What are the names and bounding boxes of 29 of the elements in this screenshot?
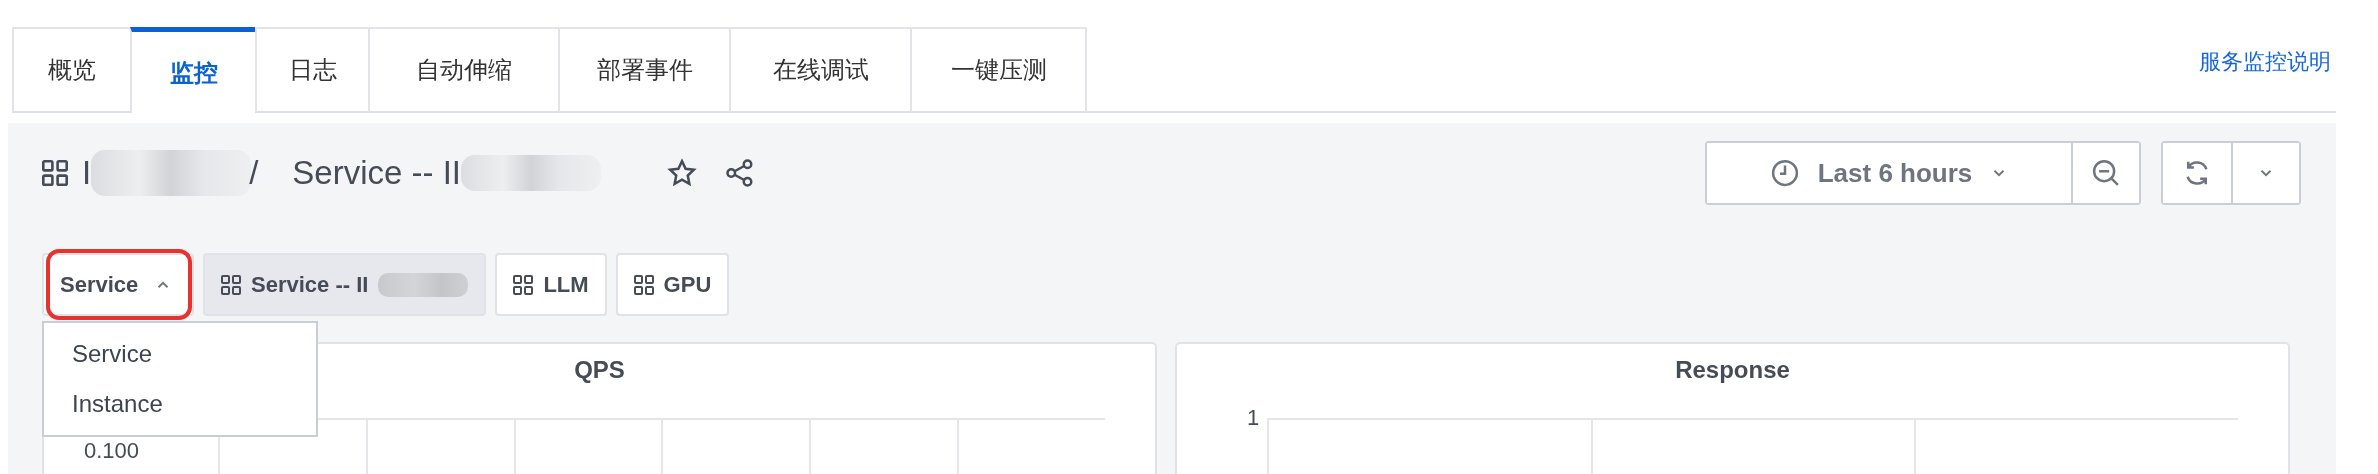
tab[interactable]: 部署事件 xyxy=(558,27,729,113)
grid-icon xyxy=(513,274,534,295)
breadcrumb-separator: / xyxy=(249,154,259,192)
tab[interactable]: 在线调试 xyxy=(729,27,910,113)
axis-label: 0.100 xyxy=(84,438,141,464)
star-icon[interactable] xyxy=(667,158,698,188)
tab[interactable]: 概览 xyxy=(12,27,130,113)
zoom-out-icon xyxy=(2091,158,2121,188)
grid-icon xyxy=(221,274,241,295)
tab[interactable]: 一键压测 xyxy=(910,27,1087,113)
dashboard-link-button[interactable]: Service -- II xyxy=(203,253,487,316)
tab[interactable]: 监控 xyxy=(130,27,255,113)
breadcrumb-item[interactable]: I xyxy=(82,154,92,192)
help-link[interactable]: 服务监控说明 xyxy=(2199,47,2331,77)
clock-icon xyxy=(1769,158,1800,188)
breadcrumb-item[interactable]: Service -- II xyxy=(292,154,462,192)
menu-item[interactable]: Service xyxy=(44,329,316,379)
zoom-out-button[interactable] xyxy=(2071,143,2139,203)
axis-label: 1 xyxy=(1247,405,1261,431)
grid-icon xyxy=(633,274,654,295)
tab[interactable]: 自动伸缩 xyxy=(368,27,558,113)
menu-item[interactable]: Instance xyxy=(44,379,316,429)
variable-dropdown[interactable]: Service xyxy=(42,253,194,316)
dashboard-link-button[interactable]: LLM xyxy=(495,253,607,316)
chart-title: QPS xyxy=(574,355,625,384)
tab[interactable]: 日志 xyxy=(255,27,368,113)
chart-title: Response xyxy=(1675,355,1790,384)
grid-icon xyxy=(42,160,68,186)
dashboard-link-button[interactable]: GPU xyxy=(615,253,730,316)
